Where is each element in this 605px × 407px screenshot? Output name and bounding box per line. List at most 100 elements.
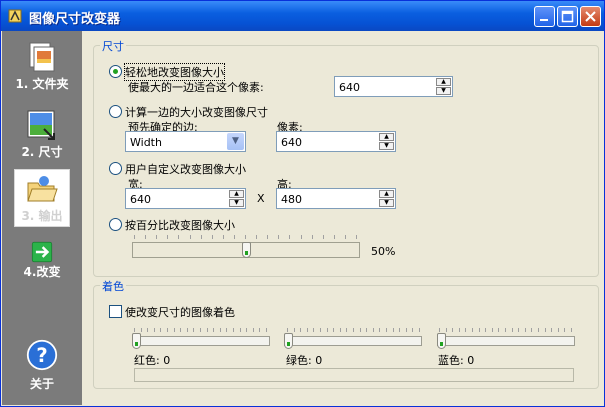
radio-custom-resize-label[interactable]: 用户自定义改变图像大小 — [125, 161, 246, 177]
size-group-legend: 尺寸 — [100, 38, 126, 54]
slider-tick — [511, 328, 513, 332]
side-select[interactable]: Width ▼ — [125, 131, 246, 152]
radio-side-resize-label[interactable]: 计算一边的大小改变图像尺寸 — [125, 104, 268, 120]
slider-tick — [134, 328, 135, 332]
colorize-checkbox[interactable] — [109, 305, 122, 318]
red-ticks — [134, 328, 270, 334]
spin-down-icon[interactable]: ▼ — [379, 199, 394, 207]
blue-slider-track[interactable] — [437, 333, 575, 349]
custom-width-spinner[interactable]: ▲ ▼ — [229, 190, 244, 207]
radio-side-resize[interactable] — [109, 105, 122, 118]
spin-up-icon[interactable]: ▲ — [379, 133, 394, 141]
green-slider-thumb[interactable] — [284, 333, 293, 349]
spin-down-icon[interactable]: ▼ — [229, 199, 244, 207]
red-slider-thumb[interactable] — [132, 333, 141, 349]
slider-tick — [153, 328, 155, 332]
sidebar-item-change[interactable]: 4.改变 — [2, 241, 82, 280]
slider-tick — [344, 235, 346, 239]
slider-tick — [219, 328, 221, 332]
percent-ticks — [134, 235, 360, 241]
green-slider-track[interactable] — [284, 333, 422, 349]
slider-tick — [200, 235, 202, 239]
spin-up-icon[interactable]: ▲ — [379, 190, 394, 198]
red-value-label: 红色: 0 — [134, 354, 171, 367]
slider-tick — [372, 328, 374, 332]
slider-tick — [178, 235, 180, 239]
side-select-value: Width — [130, 136, 162, 149]
title-bar[interactable]: 图像尺寸改变器 — [1, 1, 604, 31]
slider-tick — [193, 328, 195, 332]
slider-tick — [167, 328, 168, 332]
sidebar-item-output[interactable]: 3. 输出 — [2, 169, 82, 227]
sidebar-item-label: 4.改变 — [23, 265, 61, 279]
custom-width-input[interactable]: 640 ▲ ▼ — [125, 188, 246, 209]
app-icon — [8, 9, 22, 23]
slider-tick — [366, 328, 368, 332]
radio-percent-resize-label[interactable]: 按百分比改变图像大小 — [125, 217, 235, 233]
slider-tick — [156, 235, 158, 239]
side-pixels-value: 640 — [281, 136, 302, 149]
slider-tick — [465, 328, 467, 332]
maximize-button[interactable] — [557, 6, 578, 27]
slider-tick — [233, 235, 235, 239]
slider-tick — [320, 328, 321, 332]
blue-slider-thumb[interactable] — [437, 333, 446, 349]
slider-tick — [206, 328, 208, 332]
colorize-checkbox-label[interactable]: 使改变尺寸的图像着色 — [125, 304, 235, 320]
window-title: 图像尺寸改变器 — [29, 12, 121, 27]
sidebar-item-about[interactable]: ? 关于 — [2, 339, 82, 392]
green-value-label: 绿色: 0 — [286, 354, 323, 367]
side-pixels-spinner[interactable]: ▲ ▼ — [379, 133, 394, 150]
easy-pixels-spinner[interactable]: ▲ ▼ — [436, 78, 451, 95]
red-slider-track[interactable] — [132, 333, 270, 349]
radio-percent-resize[interactable] — [109, 218, 122, 231]
sidebar-item-folder[interactable]: 1. 文件夹 — [2, 39, 82, 92]
slider-tick — [538, 328, 539, 332]
radio-easy-resize-label[interactable]: 轻松地改变图像大小 — [124, 63, 225, 81]
output-folder-icon — [27, 176, 58, 202]
slider-tick — [180, 328, 182, 332]
slider-tick — [200, 328, 201, 332]
radio-easy-resize[interactable] — [109, 65, 122, 78]
slider-tick — [186, 328, 188, 332]
slider-tick — [478, 328, 480, 332]
side-pixels-input[interactable]: 640 ▲ ▼ — [276, 131, 396, 152]
spin-up-icon[interactable]: ▲ — [436, 78, 451, 86]
slider-tick — [498, 328, 500, 332]
slider-tick — [392, 328, 394, 332]
chevron-down-icon[interactable]: ▼ — [227, 133, 244, 150]
color-group-legend: 着色 — [100, 278, 126, 294]
minimize-button[interactable] — [534, 6, 555, 27]
slider-tick — [167, 235, 169, 239]
spin-up-icon[interactable]: ▲ — [229, 190, 244, 198]
slider-tick — [472, 328, 473, 332]
easy-pixels-input[interactable]: 640 ▲ ▼ — [334, 76, 453, 97]
sidebar-item-label: 3. 输出 — [21, 209, 63, 223]
custom-height-input[interactable]: 480 ▲ ▼ — [276, 188, 396, 209]
slider-tick — [287, 328, 288, 332]
minimize-icon — [540, 19, 548, 21]
slider-tick — [333, 235, 335, 239]
slider-tick — [311, 235, 313, 239]
easy-pixels-label: 使最大的一边适合这个像素: — [128, 81, 264, 94]
slider-tick — [359, 328, 361, 332]
slider-tick — [485, 328, 487, 332]
spin-down-icon[interactable]: ▼ — [436, 87, 451, 95]
slider-tick — [259, 328, 261, 332]
close-button[interactable] — [580, 6, 601, 27]
slider-tick — [293, 328, 295, 332]
arrow-right-icon — [31, 241, 53, 263]
slider-tick — [452, 328, 454, 332]
slider-tick — [531, 328, 533, 332]
slider-tick — [518, 328, 520, 332]
slider-tick — [189, 235, 191, 239]
percent-slider-track[interactable] — [132, 242, 360, 258]
slider-tick — [245, 235, 246, 239]
custom-height-spinner[interactable]: ▲ ▼ — [379, 190, 394, 207]
easy-pixels-value: 640 — [339, 81, 360, 94]
slider-tick — [571, 328, 572, 332]
sidebar-item-size[interactable]: 2. 尺寸 — [2, 107, 82, 160]
spin-down-icon[interactable]: ▼ — [379, 142, 394, 150]
radio-custom-resize[interactable] — [109, 162, 122, 175]
percent-slider-thumb[interactable] — [241, 242, 251, 258]
